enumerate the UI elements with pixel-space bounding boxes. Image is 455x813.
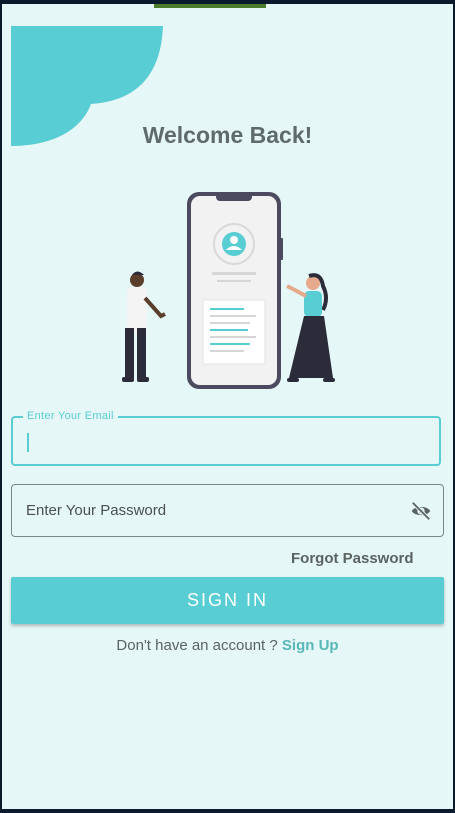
sign-up-link[interactable]: Sign Up <box>282 637 339 654</box>
login-screen: Welcome Back! Enter Your Email Forgot Pa… <box>2 4 453 809</box>
password-field[interactable] <box>11 484 444 537</box>
signup-prompt-text: Don't have an account ? <box>116 637 278 654</box>
status-bar-accent <box>154 4 266 8</box>
login-illustration <box>122 192 335 389</box>
eye-off-icon[interactable] <box>409 500 433 522</box>
page-title: Welcome Back! <box>142 122 313 148</box>
email-input[interactable] <box>13 418 439 464</box>
sign-in-button[interactable]: SIGN IN <box>11 577 444 624</box>
signup-prompt-row: Don't have an account ? Sign Up <box>2 637 453 654</box>
forgot-password-link[interactable]: Forgot Password <box>291 550 414 567</box>
password-input[interactable] <box>12 485 443 536</box>
email-field[interactable]: Enter Your Email <box>11 410 441 466</box>
